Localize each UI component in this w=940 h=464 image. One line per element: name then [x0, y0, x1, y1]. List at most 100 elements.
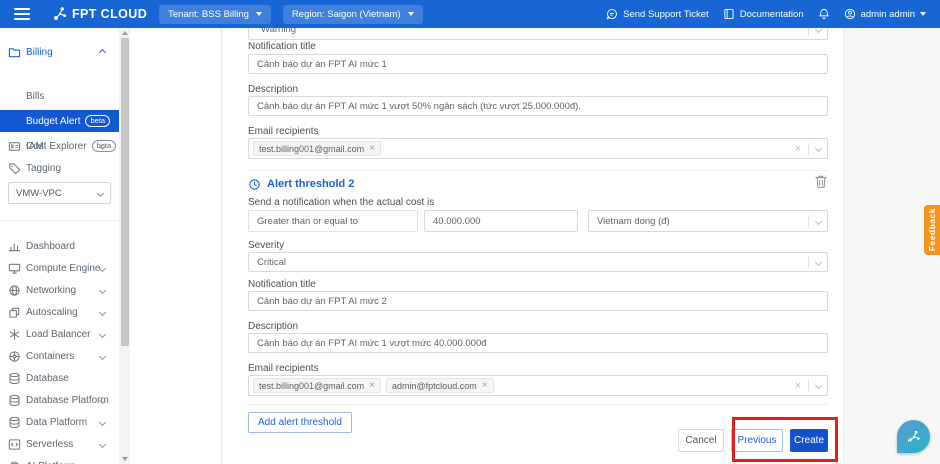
currency-value: Vietnam dong (đ)	[597, 215, 670, 227]
sidebar-menu-item[interactable]: Data Platform	[0, 412, 119, 432]
sidebar-navigation: Billing Bills Budget Alert beta Cost Exp…	[0, 28, 130, 464]
tag-icon	[8, 162, 21, 175]
create-button[interactable]: Create	[790, 429, 828, 452]
description-value-1: Cảnh báo dự án FPT AI mức 1 vượt 50% ngâ…	[257, 100, 581, 112]
notifications-bell-icon[interactable]	[818, 8, 830, 20]
email-chip: admin@fptcloud.com ×	[386, 378, 494, 393]
sidebar-item-tagging[interactable]: Tagging	[0, 158, 119, 178]
notification-title-input-1[interactable]: Cảnh báo dự án FPT AI mức 1	[248, 54, 828, 74]
chevron-up-icon	[98, 48, 107, 56]
add-alert-threshold-button[interactable]: Add alert threshold	[248, 412, 352, 433]
support-label: Send Support Ticket	[623, 8, 709, 20]
scrollbar-thumb[interactable]	[120, 38, 129, 346]
sidebar-menu-item[interactable]: Database Platform	[0, 390, 119, 410]
operator-select[interactable]: Greater than or equal to	[248, 210, 418, 232]
feedback-tab[interactable]: Feedback	[924, 205, 940, 255]
fpt-cloud-logo: FPT CLOUD	[52, 6, 147, 22]
cancel-button[interactable]: Cancel	[678, 429, 724, 452]
severity-select-threshold1[interactable]: Warning	[248, 28, 828, 40]
chevron-down-icon	[98, 440, 107, 448]
bar-chart-icon	[8, 240, 21, 253]
sidebar-item-label: Database Platform	[26, 394, 109, 406]
chevron-down-icon	[98, 264, 107, 272]
sidebar-menu-item[interactable]: Autoscaling	[0, 302, 119, 322]
scroll-up-icon[interactable]	[121, 31, 128, 35]
section-title: Alert threshold 2	[267, 178, 355, 190]
database-icon	[8, 416, 21, 429]
globe-icon	[8, 284, 21, 297]
chat-assistant-button[interactable]	[897, 420, 930, 453]
sidebar-item-billing[interactable]: Billing	[0, 42, 119, 62]
hamburger-menu-icon[interactable]	[14, 8, 30, 20]
sidebar-menu-item[interactable]: Containers	[0, 346, 119, 366]
layers-icon	[8, 306, 21, 319]
description-input-2[interactable]: Cảnh báo dự án FPT AI mức 1 vượt mức 40.…	[248, 333, 828, 353]
folder-icon	[8, 46, 21, 59]
notification-title-input-2[interactable]: Cảnh báo dự án FPT AI mức 2	[248, 291, 828, 311]
sidebar-menu-item[interactable]: Dashboard	[0, 236, 119, 256]
region-selector[interactable]: Region: Saigon (Vietnam)	[282, 4, 423, 24]
email-recipients-label-1: Email recipients	[248, 126, 319, 137]
email-recipients-input-2[interactable]: test.billing001@gmail.com × admin@fptclo…	[248, 375, 828, 396]
asterisk-icon	[8, 328, 21, 341]
budget-alert-page: FPT CLOUD Tenant: BSS Billing Region: Sa…	[0, 0, 940, 464]
vpc-selected-value: VMW-VPC	[16, 187, 62, 199]
sidebar-menu-item[interactable]: Serverless	[0, 434, 119, 454]
chevron-down-icon[interactable]	[814, 381, 823, 390]
notification-title-value-1: Cảnh báo dự án FPT AI mức 1	[257, 58, 387, 70]
chevron-down-icon[interactable]	[814, 144, 823, 153]
logo-text: FPT CLOUD	[72, 7, 148, 21]
delete-threshold-button[interactable]	[814, 174, 828, 192]
previous-button[interactable]: Previous	[731, 429, 783, 452]
email-chip-text: test.billing001@gmail.com	[259, 143, 365, 154]
remove-chip-icon[interactable]: ×	[369, 143, 375, 153]
molecule-logo-icon	[54, 7, 67, 20]
remove-chip-icon[interactable]: ×	[482, 380, 488, 390]
remove-chip-icon[interactable]: ×	[369, 380, 375, 390]
book-icon	[724, 9, 734, 19]
region-label: Region: Saigon (Vietnam)	[291, 8, 401, 20]
amount-value: 40.000.000	[433, 215, 481, 227]
chevron-down-icon	[98, 330, 107, 338]
documentation-button[interactable]: Documentation	[723, 8, 804, 20]
clear-all-icon[interactable]: ×	[795, 143, 801, 154]
severity-value-cutoff: Warning	[261, 28, 297, 35]
description-input-1[interactable]: Cảnh báo dự án FPT AI mức 1 vượt 50% ngâ…	[248, 96, 828, 116]
sidebar-menu-item[interactable]: Networking	[0, 280, 119, 300]
sidebar-item-iam[interactable]: IAM	[0, 136, 119, 156]
molecule-chat-icon	[907, 430, 920, 442]
sidebar-menu-item[interactable]: Compute Engine	[0, 258, 119, 278]
sidebar-subitem[interactable]: Bills	[0, 85, 119, 107]
sidebar-item-label: Serverless	[26, 438, 74, 450]
chevron-down-icon	[407, 12, 414, 16]
sidebar-subitem[interactable]: Budget Alert beta	[0, 110, 119, 132]
severity-select[interactable]: Critical	[248, 252, 828, 272]
user-menu[interactable]: admin admin	[844, 8, 926, 20]
description-label-2: Description	[248, 321, 299, 332]
send-support-ticket-button[interactable]: Send Support Ticket	[606, 8, 709, 20]
main-content: Warning Notification title Cảnh báo dự á…	[130, 28, 940, 464]
notification-title-value-2: Cảnh báo dự án FPT AI mức 2	[257, 295, 387, 307]
chevron-down-icon	[814, 258, 823, 266]
currency-select[interactable]: Vietnam dong (đ)	[588, 210, 828, 232]
amount-input[interactable]: 40.000.000	[424, 210, 578, 232]
email-recipients-input-1[interactable]: test.billing001@gmail.com × ×	[248, 138, 828, 159]
sidebar-menu-item[interactable]: Database	[0, 368, 119, 388]
condition-row: Greater than or equal to 40.000.000 Viet…	[248, 210, 828, 232]
scroll-down-icon[interactable]	[121, 457, 128, 461]
sidebar-menu-item[interactable]: AI Platform	[0, 456, 119, 464]
vpc-selector[interactable]: VMW-VPC	[8, 182, 111, 204]
email-chip: test.billing001@gmail.com ×	[253, 141, 382, 156]
helm-icon	[8, 350, 21, 363]
tenant-selector[interactable]: Tenant: BSS Billing	[159, 4, 271, 24]
sidebar-scrollbar[interactable]	[119, 28, 130, 464]
email-chip-text: test.billing001@gmail.com	[259, 380, 365, 391]
condition-label: Send a notification when the actual cost…	[248, 197, 435, 208]
clear-all-icon[interactable]: ×	[795, 380, 801, 391]
sidebar-subitem-label: Budget Alert	[26, 115, 81, 127]
sidebar-menu-item[interactable]: Load Balancer	[0, 324, 119, 344]
sidebar-item-label: Dashboard	[26, 240, 75, 252]
severity-label: Severity	[248, 240, 285, 251]
documentation-label: Documentation	[739, 8, 804, 20]
sidebar-item-label: Autoscaling	[26, 306, 78, 318]
